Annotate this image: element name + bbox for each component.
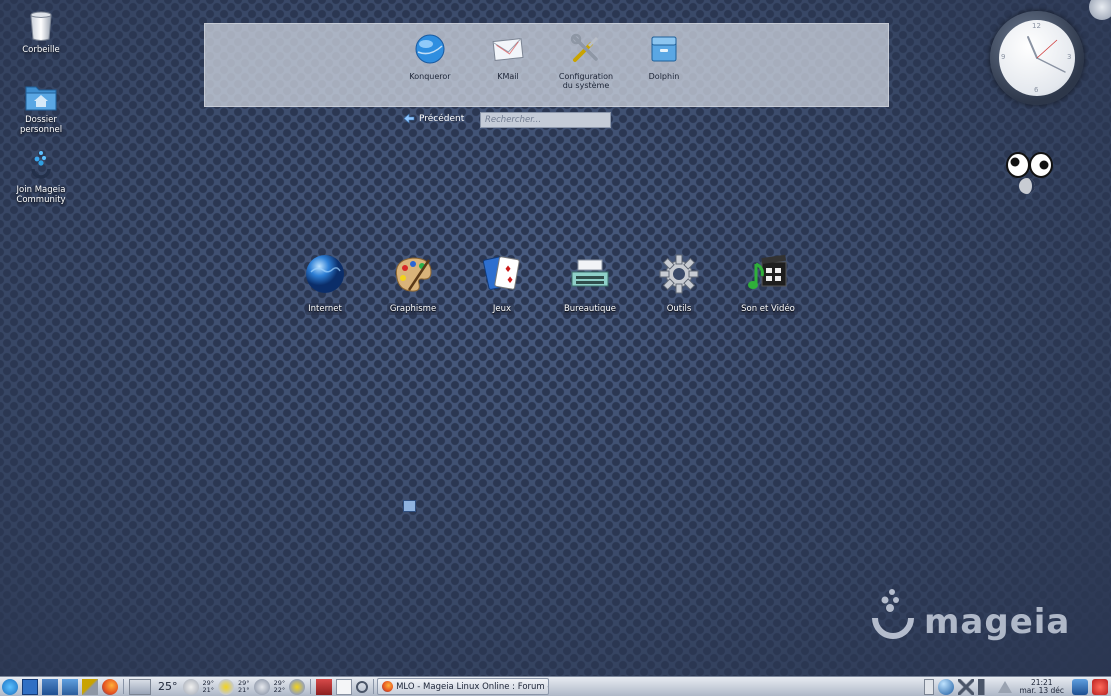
home-folder-icon (25, 86, 57, 111)
weather-day2: 29° 21° (238, 679, 250, 694)
desktop-icon-label: Dossier personnel (19, 115, 63, 135)
weather-day1: 29° 21° (202, 679, 215, 694)
clock-hands-icon (1027, 36, 1066, 73)
back-button[interactable]: Précédent (404, 113, 464, 124)
desktop-icon-label: Corbeille (22, 45, 60, 55)
taskbar-separator (123, 679, 124, 694)
favorite-label: Configuration du système (558, 72, 614, 90)
category-sound-video[interactable]: Son et Vidéo (728, 252, 808, 315)
taskbar-clock[interactable]: 21:21 mar. 13 déc (1019, 678, 1065, 695)
desktop-icon-trash[interactable]: Corbeille (6, 10, 76, 55)
back-button-label: Précédent (419, 113, 465, 124)
music-film-icon (748, 254, 787, 289)
globe-icon (306, 255, 344, 293)
weather-current-temp: 25° (158, 680, 178, 693)
category-office[interactable]: Bureautique (550, 252, 630, 315)
clipboard-icon[interactable] (923, 678, 934, 695)
system-settings-taskbar-icon[interactable] (82, 678, 98, 695)
weather-day3: 29° 22° (273, 679, 286, 694)
favorite-konqueror[interactable]: Konqueror (395, 32, 465, 81)
toolbox-icon[interactable] (316, 678, 333, 695)
category-label: Son et Vidéo (738, 303, 798, 315)
category-label: Jeux (489, 303, 515, 315)
mageia-cauldron-icon (872, 589, 914, 639)
network-globe-icon[interactable] (937, 678, 954, 695)
taskbar-separator (310, 679, 312, 694)
dolphin-file-manager-icon (651, 36, 677, 62)
lock-screen-icon[interactable] (1072, 678, 1088, 695)
mageia-logo: mageia (870, 588, 1070, 642)
taskbar-separator (373, 679, 375, 694)
weather-day2-low: 21° (238, 685, 250, 694)
task-title: MLO - Mageia Linux Online : Forum - M (396, 681, 550, 692)
weather-day3-low: 22° (273, 685, 286, 694)
favorite-dolphin[interactable]: Dolphin (629, 32, 699, 81)
launcher-favorites-panel: Konqueror KMail Configuration du système… (204, 23, 889, 107)
notes-icon[interactable] (336, 678, 353, 695)
show-desktop-icon[interactable] (42, 678, 58, 695)
firefox-icon[interactable] (102, 678, 118, 695)
tools-wrench-screwdriver-icon (570, 33, 599, 62)
category-label: Graphisme (386, 303, 440, 315)
category-tools[interactable]: Outils (639, 252, 719, 315)
taskbar-clock-date: mar. 13 déc (1019, 685, 1065, 695)
svg-text:♦: ♦ (506, 276, 514, 286)
search-icon[interactable] (356, 680, 369, 693)
favorite-label: Konqueror (409, 72, 451, 81)
category-label: Bureautique (560, 303, 620, 315)
taskbar: 25° 29° 21° 29° 21° 29° 22° MLO - Mageia… (0, 676, 1111, 696)
category-label: Internet (305, 303, 345, 315)
kde-menu-icon[interactable] (22, 678, 38, 695)
favorite-label: Dolphin (648, 72, 680, 81)
clock-face: 12 3 6 9 (999, 20, 1075, 96)
trash-icon (30, 11, 52, 41)
typewriter-icon (571, 259, 609, 287)
svg-text:♦: ♦ (504, 265, 512, 275)
desktop-small-window-icon[interactable] (403, 500, 416, 512)
eyes-widget-icon[interactable] (1006, 150, 1056, 200)
paint-palette-icon (395, 257, 432, 292)
weather-sun-cloud-icon (218, 678, 235, 695)
desktop-icon-join-community[interactable]: Join Mageia Community (6, 150, 76, 205)
category-internet[interactable]: Internet (285, 252, 365, 315)
kmail-icon (492, 38, 524, 61)
mageia-logo-text: mageia (924, 602, 1071, 642)
warning-icon[interactable] (997, 680, 1012, 693)
desktop-icon-label: Join Mageia Community (16, 185, 66, 205)
mageia-menu-icon[interactable] (2, 678, 18, 695)
weather-day1-low: 21° (202, 685, 215, 694)
kmail-taskbar-icon[interactable] (62, 678, 78, 695)
gear-icon (659, 254, 699, 294)
favorite-label: KMail (497, 72, 519, 81)
volume-icon[interactable] (977, 678, 994, 695)
search-input[interactable] (480, 112, 611, 128)
analog-clock-widget[interactable]: 12 3 6 9 (990, 11, 1084, 105)
favorite-system-settings[interactable]: Configuration du système (551, 32, 621, 90)
konqueror-icon (415, 34, 445, 64)
weather-storm-icon (289, 678, 306, 695)
weather-rain-icon (253, 678, 270, 695)
favorite-kmail[interactable]: KMail (473, 32, 543, 81)
taskbar-task-firefox[interactable]: MLO - Mageia Linux Online : Forum - M (377, 678, 550, 695)
firefox-task-icon (382, 681, 394, 692)
weather-cloud-icon (182, 678, 199, 695)
arrow-left-icon (404, 113, 415, 124)
category-graphics[interactable]: Graphisme (373, 252, 453, 315)
category-games[interactable]: ♦ ♦ Jeux (462, 252, 542, 315)
desktop-icon-home-folder[interactable]: Dossier personnel (6, 82, 76, 135)
playing-cards-icon: ♦ ♦ (482, 256, 520, 290)
mageia-community-icon (31, 151, 51, 179)
pager-icon[interactable] (129, 678, 151, 695)
widget-corner-handle[interactable] (1089, 0, 1111, 20)
scissors-icon[interactable] (957, 678, 974, 695)
power-icon[interactable] (1092, 678, 1108, 695)
category-label: Outils (663, 303, 695, 315)
